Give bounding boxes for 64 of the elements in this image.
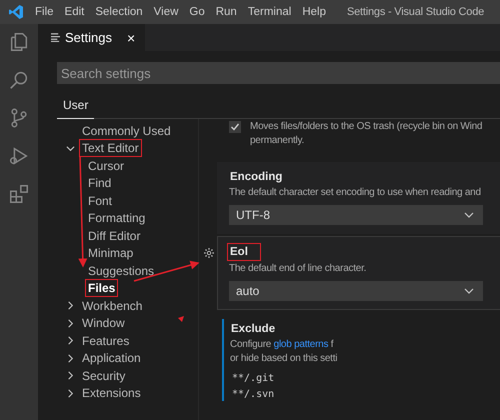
dropdown-value: UTF-8 xyxy=(236,208,270,222)
tree-item[interactable]: Minimap xyxy=(85,244,136,262)
dropdown[interactable]: auto xyxy=(229,281,483,301)
setting-title: Eol xyxy=(227,243,261,261)
menu-item[interactable]: File xyxy=(35,6,54,18)
pattern-item: **/.svn xyxy=(231,388,276,401)
tree-item[interactable]: Diff Editor xyxy=(85,226,144,245)
menu-item[interactable]: Edit xyxy=(64,6,84,18)
pattern-item: **/.git xyxy=(231,372,276,385)
search-icon[interactable] xyxy=(8,69,30,91)
menu-item[interactable]: Run xyxy=(216,6,237,18)
setting-description: Moves files/folders to the OS trash (recycle bin on Wind xyxy=(250,120,482,134)
files-icon[interactable] xyxy=(8,31,30,53)
chevron-right-icon[interactable] xyxy=(66,354,75,363)
setting-description: permanently. xyxy=(250,134,306,148)
setting-description: Configure glob patterns f xyxy=(230,338,334,352)
menu-item[interactable]: Terminal xyxy=(248,6,292,18)
chevron-right-icon[interactable] xyxy=(66,336,75,346)
tree-item[interactable]: Font xyxy=(85,192,116,210)
menu-item[interactable]: View xyxy=(154,6,178,18)
chevron-down-icon xyxy=(464,286,474,296)
dropdown-value: auto xyxy=(236,284,260,298)
setting-title: Exclude xyxy=(230,322,276,337)
glob-patterns-link[interactable]: glob patterns xyxy=(274,339,328,350)
scope-tab[interactable]: User xyxy=(57,94,94,119)
chevron-right-icon[interactable] xyxy=(66,371,75,380)
chevron-down-icon xyxy=(464,210,474,220)
tree-item[interactable]: Commonly Used xyxy=(79,122,174,140)
close-button[interactable]: × xyxy=(126,30,136,46)
chevron-right-icon[interactable] xyxy=(66,388,75,398)
app-logo-icon xyxy=(8,4,24,20)
tree-item[interactable]: Window xyxy=(79,314,128,332)
tab-title: Settings xyxy=(65,30,112,45)
tree-item[interactable]: Find xyxy=(85,174,114,192)
tree-item[interactable]: Features xyxy=(79,332,132,350)
menu-item[interactable]: Help xyxy=(302,6,326,18)
tree-item[interactable]: Extensions xyxy=(79,384,144,402)
setting-title: Encoding xyxy=(229,170,284,185)
setting-description: or hide based on this setti xyxy=(230,352,338,366)
tree-item[interactable]: Files xyxy=(85,279,118,298)
setting-description: The default end of line character. xyxy=(229,262,368,276)
arrowhead-mark xyxy=(178,316,184,322)
window-title: Settings - Visual Studio Code xyxy=(346,6,484,18)
settings-icon[interactable] xyxy=(203,247,215,259)
tree-item[interactable]: Formatting xyxy=(85,209,148,228)
tree-item[interactable]: Cursor xyxy=(85,156,128,175)
editor-tab[interactable]: Settings × xyxy=(38,24,146,51)
dropdown[interactable]: UTF-8 xyxy=(229,205,483,225)
search-field[interactable]: Search settings xyxy=(57,62,500,84)
chevron-down-icon[interactable] xyxy=(66,144,75,153)
tree-item[interactable]: Suggestions xyxy=(85,262,158,280)
tree-item[interactable]: Workbench xyxy=(79,296,146,315)
setting-description: The default character set encoding to use when reading and xyxy=(229,186,482,200)
menu-item[interactable]: Go xyxy=(189,6,205,18)
tree-item[interactable]: Security xyxy=(79,366,128,385)
tree-item[interactable]: Application xyxy=(79,349,144,368)
chevron-right-icon[interactable] xyxy=(66,301,75,310)
menu-item[interactable]: Selection xyxy=(95,6,143,18)
checkbox[interactable] xyxy=(229,121,241,133)
chevron-right-icon[interactable] xyxy=(66,318,75,328)
run-debug-icon[interactable] xyxy=(8,145,30,167)
settings-file-icon xyxy=(51,33,60,42)
extensions-icon[interactable] xyxy=(8,183,30,205)
tree-item[interactable]: Text Editor xyxy=(79,139,142,158)
